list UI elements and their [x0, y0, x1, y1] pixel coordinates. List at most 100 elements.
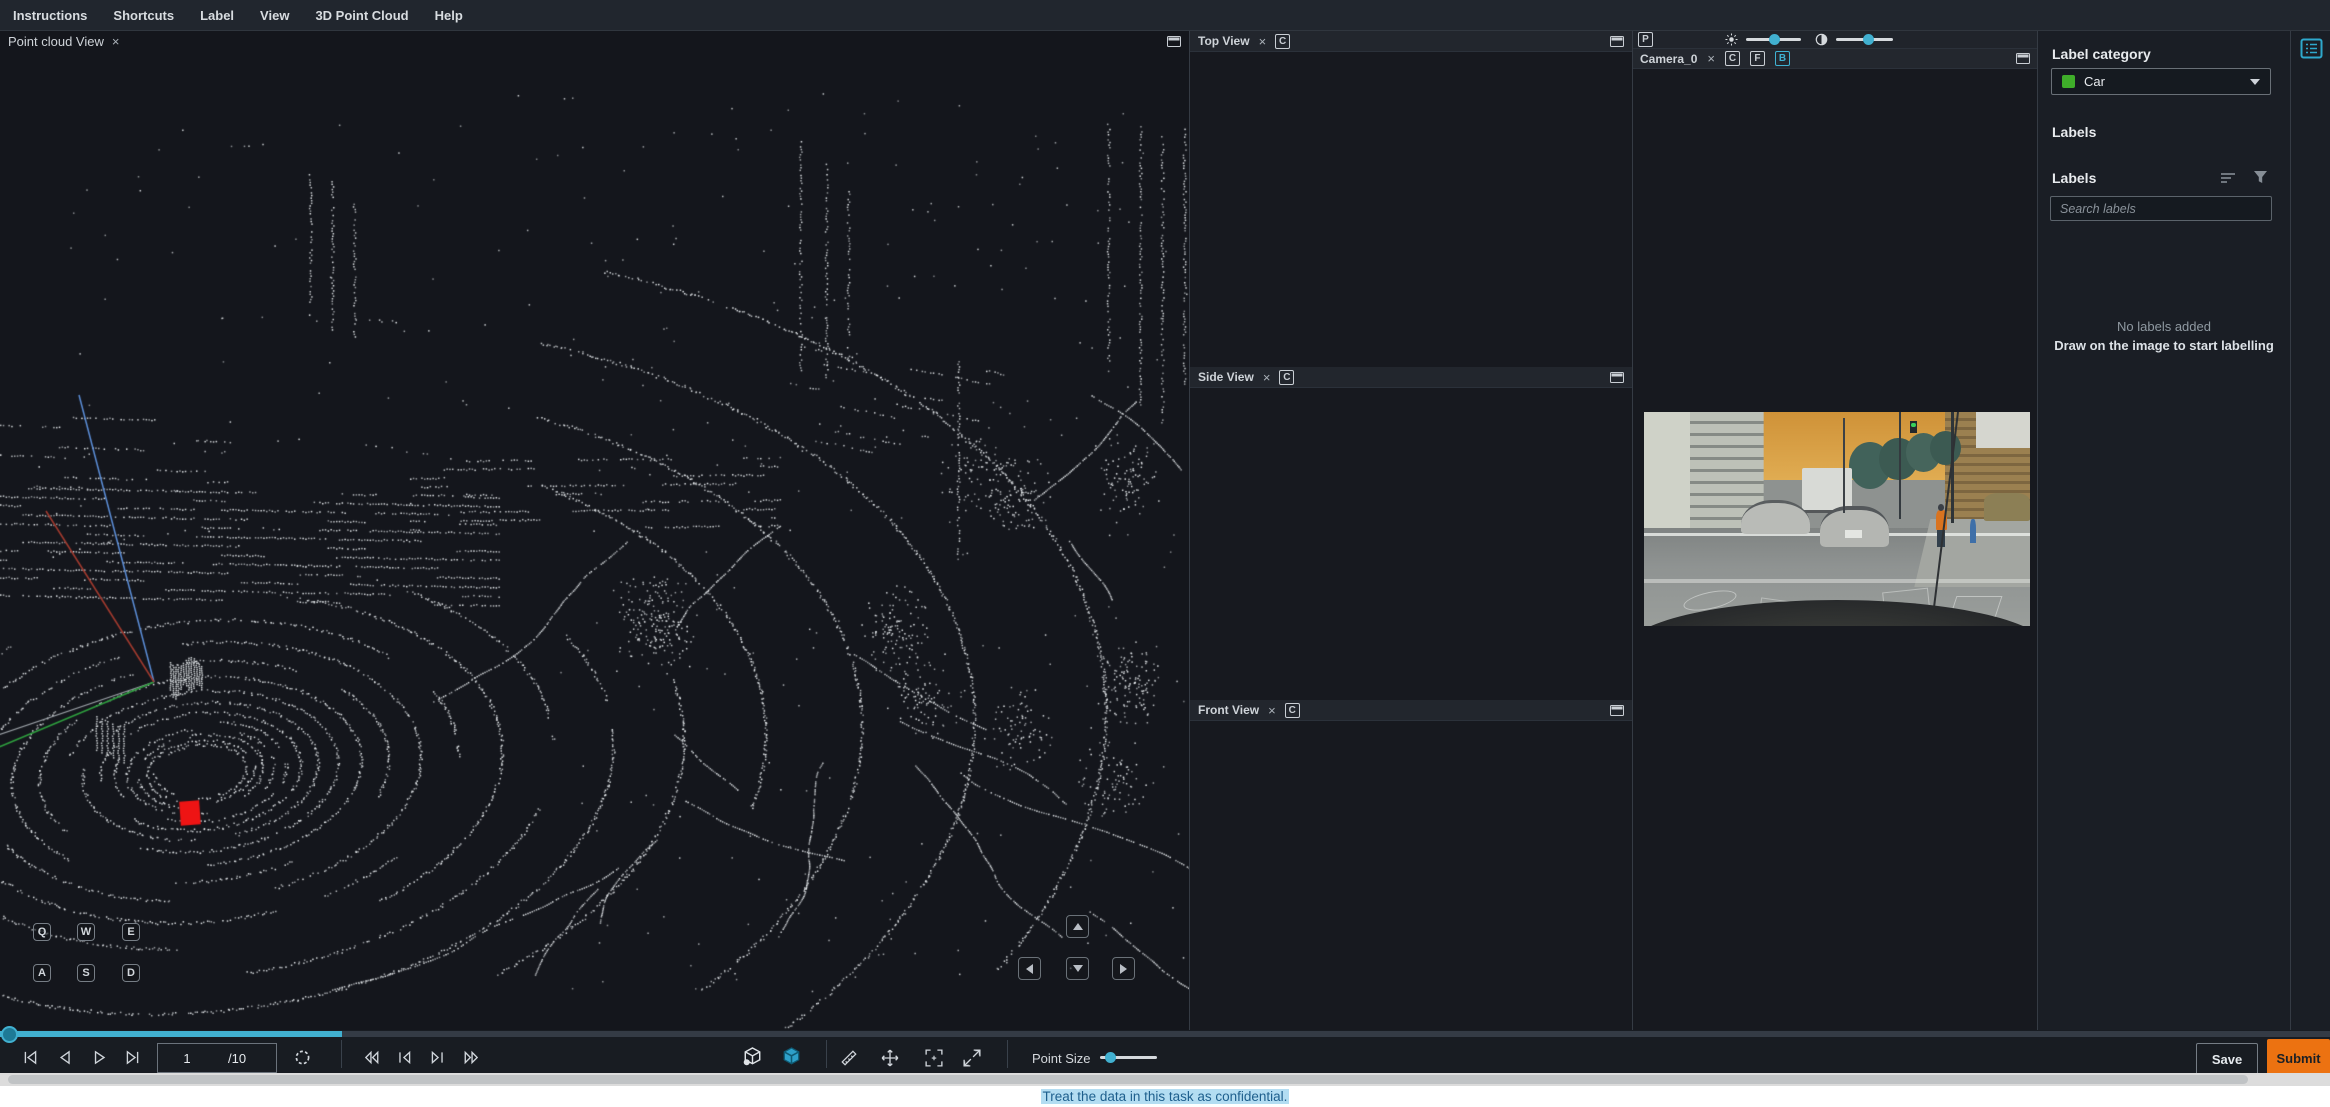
maximize-window-icon[interactable] [1167, 36, 1181, 47]
close-icon[interactable]: × [1707, 52, 1715, 65]
key-e[interactable]: E [122, 923, 140, 941]
close-icon[interactable]: × [1263, 371, 1271, 384]
fast-forward-frames-icon[interactable] [463, 1049, 480, 1066]
car-left-lane [1740, 499, 1810, 534]
maximize-window-icon[interactable] [2016, 53, 2030, 64]
camera-header: Camera_0 × C F B [1632, 49, 2038, 69]
key-a[interactable]: A [33, 964, 51, 982]
rewind-frames-icon[interactable] [363, 1049, 380, 1066]
skip-to-last-frame-icon[interactable] [124, 1049, 141, 1066]
chevron-down-icon [2250, 78, 2260, 85]
projection-button[interactable]: P [1638, 32, 1653, 47]
menu-instructions[interactable]: Instructions [13, 8, 87, 23]
maximize-window-icon[interactable] [1610, 371, 1624, 383]
frame-total: /10 [228, 1050, 247, 1066]
key-w[interactable]: W [77, 923, 95, 941]
filter-icon[interactable] [2253, 170, 2268, 185]
move-icon[interactable] [881, 1049, 899, 1067]
arrow-right-icon [1120, 963, 1127, 974]
add-cuboid-icon[interactable] [742, 1046, 763, 1067]
fit-to-frame-icon[interactable] [925, 1049, 943, 1067]
maximize-window-icon[interactable] [1610, 704, 1624, 716]
divider [2037, 31, 2038, 1030]
stop-line [1644, 578, 2030, 584]
previous-frame-icon[interactable] [56, 1049, 73, 1066]
category-color-swatch [2062, 75, 2075, 88]
submit-button[interactable]: Submit [2267, 1039, 2330, 1077]
box-mode-button[interactable]: B [1774, 51, 1790, 66]
close-icon[interactable]: × [112, 35, 120, 48]
pan-down-button[interactable] [1066, 957, 1089, 980]
fisheye-button[interactable]: F [1749, 51, 1765, 66]
parked-car-right [1983, 493, 2030, 522]
pan-up-button[interactable] [1066, 915, 1089, 938]
pointcloud-header: Point cloud View × [0, 31, 1189, 52]
side-view-header: Side View × C [1190, 367, 1632, 388]
camera-image[interactable] [1644, 412, 2030, 626]
menu-3d-point-cloud[interactable]: 3D Point Cloud [315, 8, 408, 23]
pointcloud-canvas[interactable] [0, 31, 1189, 1030]
frame-progress-thumb[interactable] [1, 1026, 18, 1043]
label-list-panel-toggle-icon[interactable] [2300, 38, 2323, 59]
maximize-window-icon[interactable] [1610, 35, 1624, 47]
center-camera-button[interactable]: C [1275, 33, 1291, 49]
frame-progress-track[interactable] [0, 1026, 2330, 1043]
lead-car-plate [1844, 529, 1863, 539]
arrow-up-icon [1072, 923, 1083, 930]
center-camera-button[interactable]: C [1279, 369, 1295, 385]
top-view-title: Top View [1198, 34, 1250, 48]
menu-label[interactable]: Label [200, 8, 234, 23]
step-back-icon[interactable] [396, 1049, 413, 1066]
label-category-heading: Label category [2052, 46, 2151, 62]
draw-hint-text: Draw on the image to start labelling [2054, 338, 2274, 353]
save-button[interactable]: Save [2196, 1043, 2258, 1076]
play-icon[interactable] [91, 1049, 108, 1066]
frame-counter: /10 [157, 1043, 277, 1073]
skip-to-first-frame-icon[interactable] [22, 1049, 39, 1066]
divider [826, 1040, 827, 1068]
menu-shortcuts[interactable]: Shortcuts [113, 8, 174, 23]
frame-number-input[interactable] [158, 1050, 216, 1066]
step-forward-icon[interactable] [429, 1049, 446, 1066]
menubar: Instructions Shortcuts Label View 3D Poi… [0, 0, 2330, 31]
close-icon[interactable]: × [1268, 704, 1276, 717]
key-q[interactable]: Q [33, 923, 51, 941]
key-d[interactable]: D [122, 964, 140, 982]
sort-icon[interactable] [2220, 172, 2236, 184]
front-view-title: Front View [1198, 703, 1260, 717]
brightness-slider[interactable] [1746, 34, 1801, 45]
center-camera-button[interactable]: C [1284, 702, 1300, 718]
divider [1632, 31, 1633, 1030]
point-size-slider[interactable] [1100, 1052, 1157, 1063]
close-icon[interactable]: × [1259, 35, 1267, 48]
ruler-icon[interactable] [840, 1049, 858, 1067]
cuboid-tool-active-icon[interactable] [781, 1046, 802, 1067]
pointcloud-title: Point cloud View [8, 34, 104, 49]
contrast-slider-thumb[interactable] [1863, 34, 1875, 45]
key-s[interactable]: S [77, 964, 95, 982]
contrast-icon [1815, 33, 1828, 46]
expand-icon[interactable] [963, 1049, 981, 1067]
frame-progress-fill [0, 1031, 342, 1037]
scrollbar-thumb[interactable] [8, 1075, 2248, 1084]
confidential-message: Treat the data in this task as confident… [1040, 1089, 1290, 1104]
pole [1898, 412, 1902, 519]
loop-playback-icon[interactable] [294, 1049, 311, 1066]
search-labels-input[interactable] [2050, 196, 2272, 221]
horizontal-scrollbar[interactable] [0, 1073, 2330, 1086]
label-category-dropdown[interactable]: Car [2051, 68, 2271, 95]
menu-help[interactable]: Help [435, 8, 463, 23]
center-camera-button[interactable]: C [1724, 51, 1740, 66]
annotation-app: Instructions Shortcuts Label View 3D Poi… [0, 0, 2330, 1107]
divider [1007, 1040, 1008, 1068]
menu-view[interactable]: View [260, 8, 289, 23]
pan-left-button[interactable] [1018, 957, 1041, 980]
pan-right-button[interactable] [1112, 957, 1135, 980]
pointcloud-panel: Point cloud View × Q W E A S D [0, 31, 1189, 1030]
front-view-panel: Front View × C [1190, 700, 1632, 1030]
brightness-slider-thumb[interactable] [1769, 34, 1781, 45]
contrast-slider[interactable] [1836, 34, 1893, 45]
bottom-toolbar: /10 [0, 1026, 2330, 1077]
bollard [1970, 519, 1976, 543]
point-size-slider-thumb[interactable] [1104, 1052, 1116, 1063]
